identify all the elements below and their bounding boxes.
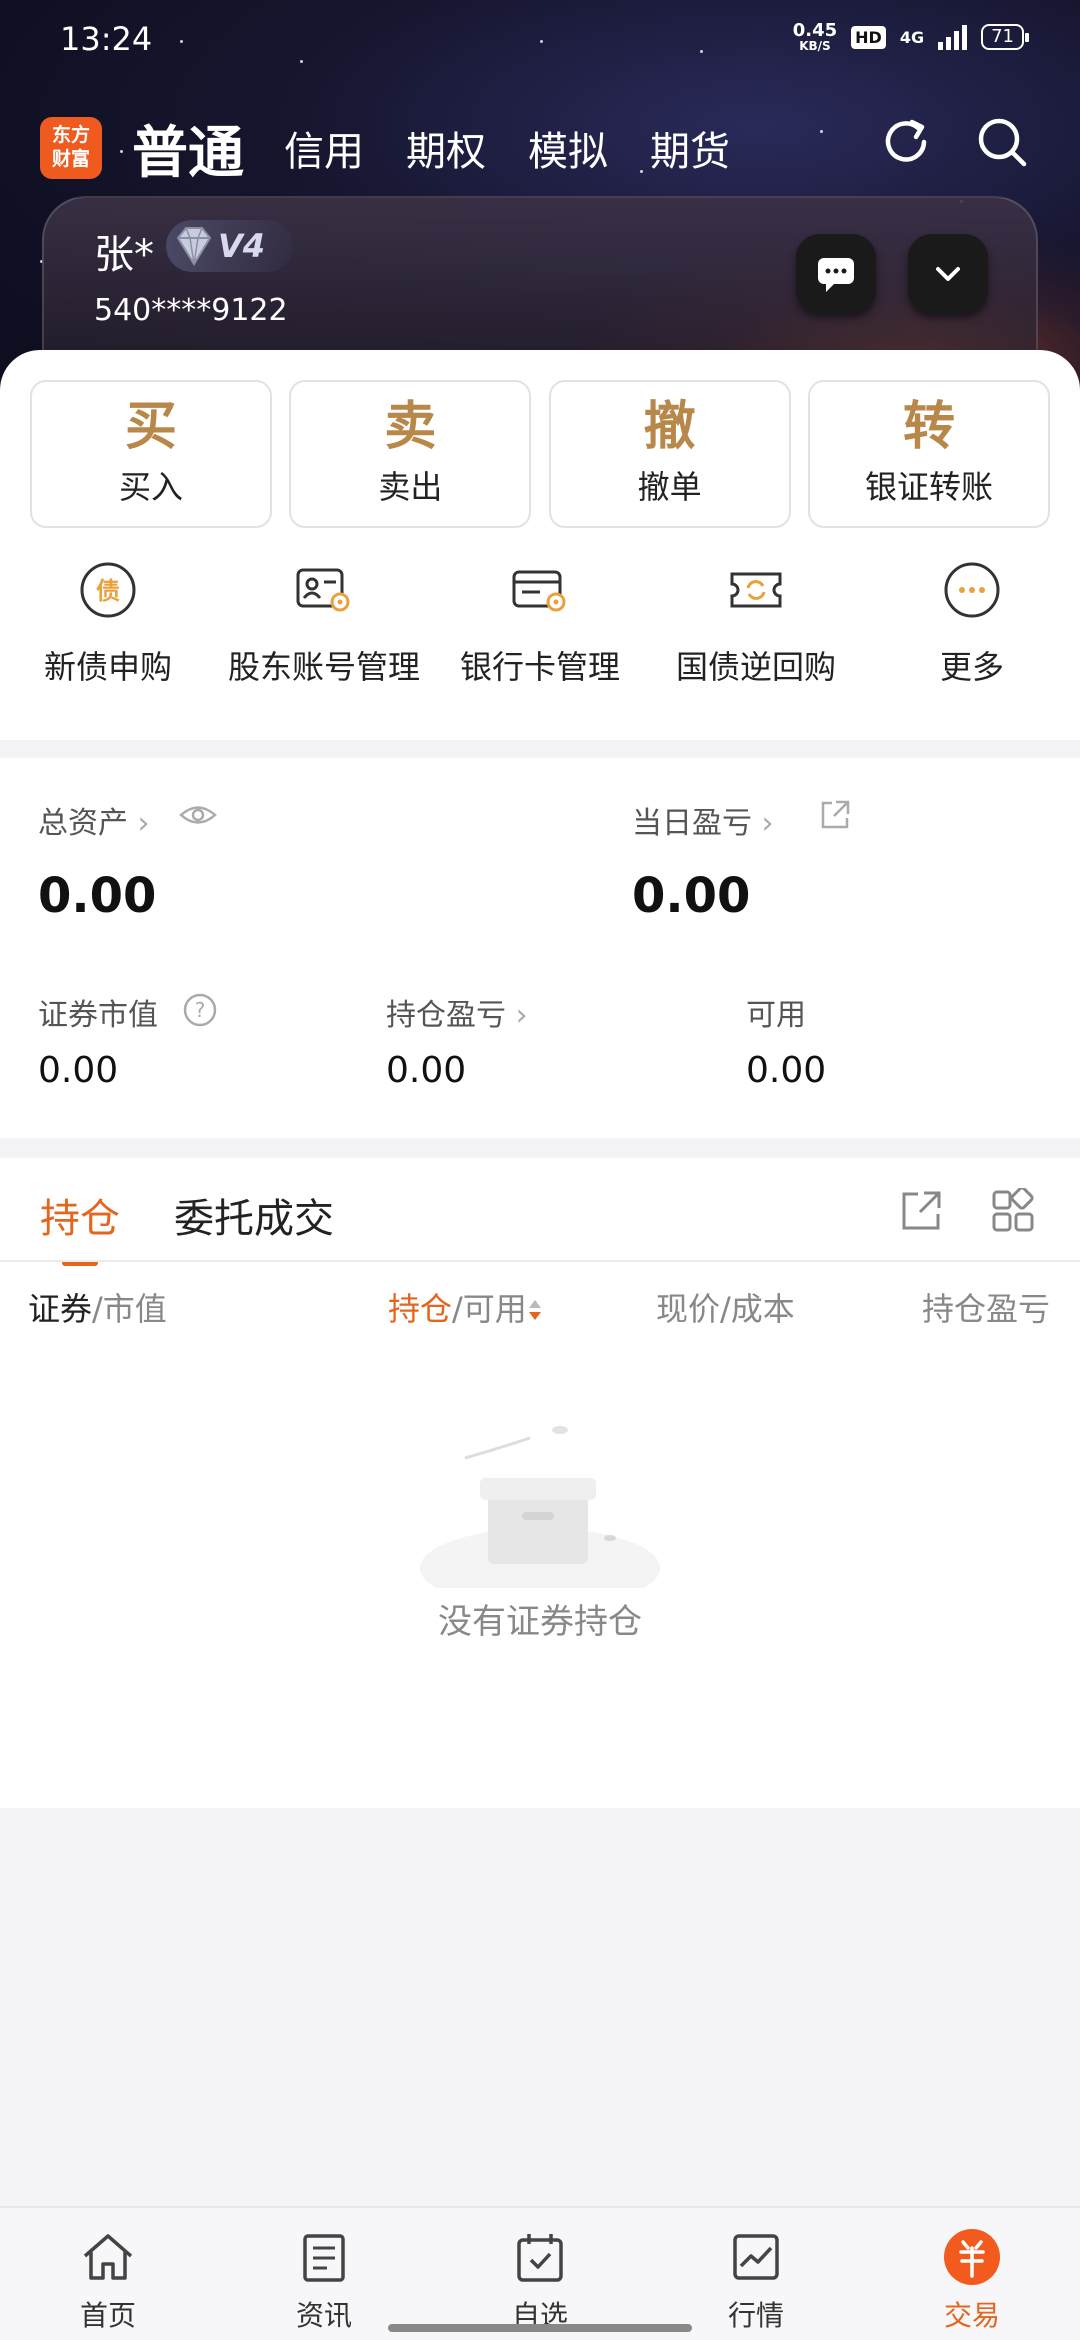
empty-state-text: 没有证券持仓 [438, 1602, 642, 1642]
grid-view-icon[interactable] [990, 1188, 1036, 1234]
diamond-icon [176, 227, 212, 266]
svg-text:债: 债 [96, 577, 120, 605]
bank-card-icon [512, 570, 566, 612]
nav-news[interactable]: 资讯 [216, 2208, 432, 2340]
tool-shortcuts: 债 新债申购 股东账号管理 银行卡管理 国债逆回购 更多 [0, 560, 1080, 688]
nav-trade[interactable]: 交易 [864, 2208, 1080, 2340]
empty-box-icon [420, 1426, 660, 1588]
external-link-icon[interactable] [818, 798, 852, 832]
svg-text:?: ? [195, 998, 206, 1022]
home-indicator[interactable] [388, 2324, 692, 2332]
tab-orders-trades[interactable]: 委托成交 [174, 1186, 334, 1244]
reverse-repo-icon [730, 572, 782, 608]
column-security: 证券/市值 [28, 1290, 167, 1328]
tab-divider [0, 1260, 1080, 1262]
column-holdings-sort[interactable]: 持仓/可用 [388, 1284, 543, 1330]
trade-actions-card: 买 买入 卖 卖出 撤 撤单 转 银证转账 债 新债申购 股东账号管理 银行卡管… [0, 350, 1080, 740]
quick-actions: 买 买入 卖 卖出 撤 撤单 转 银证转账 [30, 380, 1050, 528]
cancel-order-button[interactable]: 撤 撤单 [548, 380, 791, 528]
tab-credit[interactable]: 信用 [284, 119, 364, 177]
total-assets-label[interactable]: 总资产 › [38, 798, 150, 842]
nav-home[interactable]: 首页 [0, 2208, 216, 2340]
help-icon[interactable]: ? [182, 992, 218, 1028]
column-position-pl: 持仓盈亏 [922, 1290, 1051, 1328]
tool-shareholder-account[interactable]: 股东账号管理 [216, 560, 432, 688]
trade-icon [944, 2229, 1000, 2285]
sort-icon [528, 1300, 541, 1320]
shareholder-account-icon [296, 568, 350, 612]
market-value-label: 证券市值 [38, 998, 158, 1033]
tool-bank-card[interactable]: 银行卡管理 [432, 560, 648, 688]
available-value: 0.00 [746, 1050, 827, 1091]
chat-bubble-icon [818, 258, 854, 292]
app-logo: 东方 财富 [40, 117, 102, 179]
account-dropdown-button[interactable] [908, 234, 988, 314]
bank-transfer-button[interactable]: 转 银证转账 [807, 380, 1050, 528]
account-number: 540****9122 [94, 293, 288, 328]
position-pl-value: 0.00 [386, 1050, 467, 1091]
status-time: 13:24 [60, 20, 153, 58]
account-name: 张* [94, 232, 154, 278]
market-icon [733, 2234, 779, 2280]
bond-icon: 债 [80, 562, 136, 618]
refresh-icon[interactable] [876, 112, 936, 172]
account-type-tabs: 东方 财富 普通 信用 期权 模拟 期货 [40, 108, 772, 188]
positions-panel: 持仓 委托成交 证券/市值 持仓/可用 现价/成本 持仓盈亏 没有证券持仓 [0, 1158, 1080, 1808]
network-speed: 0.45 KB/S [792, 20, 838, 53]
tool-new-bond[interactable]: 债 新债申购 [0, 560, 216, 688]
home-icon [83, 2234, 133, 2280]
chevron-right-icon: › [515, 998, 528, 1033]
available-label: 可用 [746, 998, 806, 1033]
bottom-navigation: 首页 资讯 自选 行情 交易 [0, 2206, 1080, 2340]
tab-futures[interactable]: 期货 [650, 119, 730, 177]
search-icon[interactable] [972, 112, 1032, 172]
asset-summary: 总资产 › 0.00 当日盈亏 › 0.00 证券市值 ? 0.00 持仓盈亏 … [0, 758, 1080, 1138]
signal-icon [938, 24, 968, 50]
vip-level-badge: V4 [166, 220, 294, 272]
more-icon [944, 562, 1000, 618]
nav-market[interactable]: 行情 [648, 2208, 864, 2340]
hd-badge: HD [851, 25, 886, 49]
chevron-down-icon [936, 267, 960, 281]
position-pl-label[interactable]: 持仓盈亏 › [386, 990, 528, 1034]
chevron-right-icon: › [761, 806, 774, 841]
network-type: 4G [899, 27, 925, 47]
chevron-right-icon: › [137, 806, 150, 841]
daily-pl-label[interactable]: 当日盈亏 › [632, 798, 774, 842]
market-value: 0.00 [38, 1050, 119, 1091]
column-price-cost: 现价/成本 [656, 1290, 795, 1328]
buy-button[interactable]: 买 买入 [30, 380, 272, 528]
daily-pl-value: 0.00 [632, 868, 751, 924]
status-bar: 13:24 0.45 KB/S HD 4G 71 [0, 0, 1080, 80]
tool-more[interactable]: 更多 [864, 560, 1080, 688]
eye-icon[interactable] [178, 800, 218, 830]
watchlist-icon [517, 2234, 563, 2282]
tool-reverse-repo[interactable]: 国债逆回购 [648, 560, 864, 688]
total-assets-value: 0.00 [38, 868, 157, 924]
nav-watchlist[interactable]: 自选 [432, 2208, 648, 2340]
sell-button[interactable]: 卖 卖出 [289, 380, 532, 528]
tab-simulated[interactable]: 模拟 [528, 119, 608, 177]
message-button[interactable] [796, 234, 876, 314]
tab-holdings[interactable]: 持仓 [40, 1186, 120, 1244]
tab-normal[interactable]: 普通 [132, 108, 244, 189]
tab-options[interactable]: 期权 [406, 119, 486, 177]
share-icon[interactable] [898, 1188, 944, 1234]
news-icon [303, 2234, 345, 2282]
battery-icon: 71 [981, 24, 1029, 50]
